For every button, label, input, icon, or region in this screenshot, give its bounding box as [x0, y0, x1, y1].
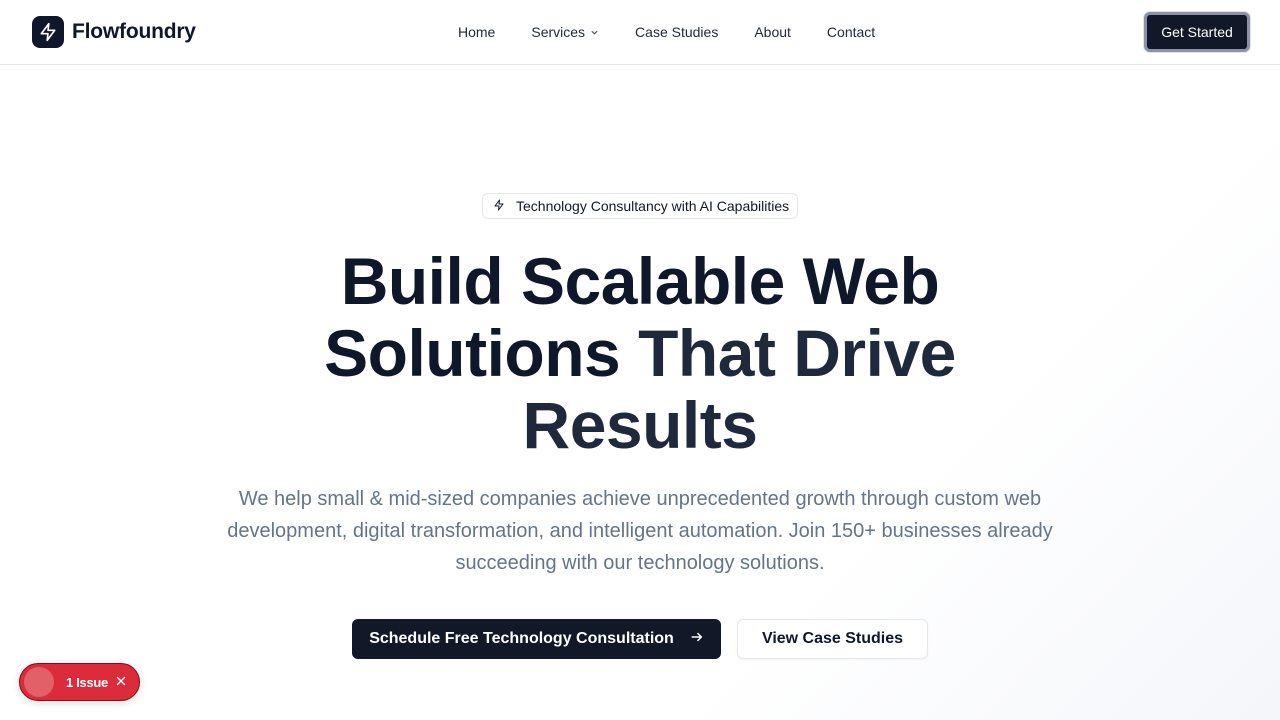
- nav-link-services[interactable]: Services: [531, 24, 599, 40]
- nav-link-contact[interactable]: Contact: [827, 24, 875, 40]
- issues-count: 1 Issue: [66, 674, 108, 690]
- nav-label: Home: [458, 24, 496, 40]
- button-label: Schedule Free Technology Consultation: [369, 630, 674, 647]
- close-icon[interactable]: [116, 673, 126, 691]
- hero-badge: Technology Consultancy with AI Capabilit…: [482, 193, 798, 219]
- view-case-studies-button[interactable]: View Case Studies: [737, 619, 928, 659]
- nav-link-home[interactable]: Home: [458, 24, 495, 40]
- chevron-down-icon: [590, 24, 599, 40]
- arrow-right-icon: [690, 630, 704, 649]
- nav-label: Services: [531, 24, 586, 40]
- lightning-bolt-icon: [493, 198, 505, 214]
- hero-title-line2b: That Drive: [638, 316, 956, 390]
- lightning-bolt-icon: [32, 16, 64, 48]
- hero-badge-text: Technology Consultancy with AI Capabilit…: [516, 198, 790, 214]
- nav-link-about[interactable]: About: [754, 24, 791, 40]
- hero-section: Technology Consultancy with AI Capabilit…: [0, 65, 1280, 720]
- hero-title: Build Scalable Web Solutions That Drive …: [240, 245, 1040, 461]
- schedule-consultation-button[interactable]: Schedule Free Technology Consultation: [352, 619, 721, 659]
- hero-title-line3: Results: [522, 388, 758, 462]
- hero-title-line1: Build Scalable Web: [340, 244, 940, 318]
- nav-label: Contact: [826, 24, 876, 40]
- hero-title-line2a: Solutions: [324, 316, 639, 390]
- brand-logo-link[interactable]: Flowfoundry: [32, 16, 196, 48]
- nav-link-case-studies[interactable]: Case Studies: [635, 24, 718, 40]
- brand-name: Flowfoundry: [72, 20, 196, 43]
- issues-indicator[interactable]: 1 Issue: [19, 663, 140, 701]
- nav-label: About: [754, 24, 791, 40]
- main-nav: Home Services Case Studies About Contact: [458, 0, 875, 64]
- hero-subtitle: We help small & mid-sized companies achi…: [227, 488, 1053, 574]
- site-header: Flowfoundry Home Services Case Studies A…: [0, 0, 1280, 65]
- issues-logo-icon: [24, 667, 54, 697]
- nav-label: Case Studies: [635, 24, 719, 40]
- get-started-button[interactable]: Get Started: [1144, 12, 1250, 52]
